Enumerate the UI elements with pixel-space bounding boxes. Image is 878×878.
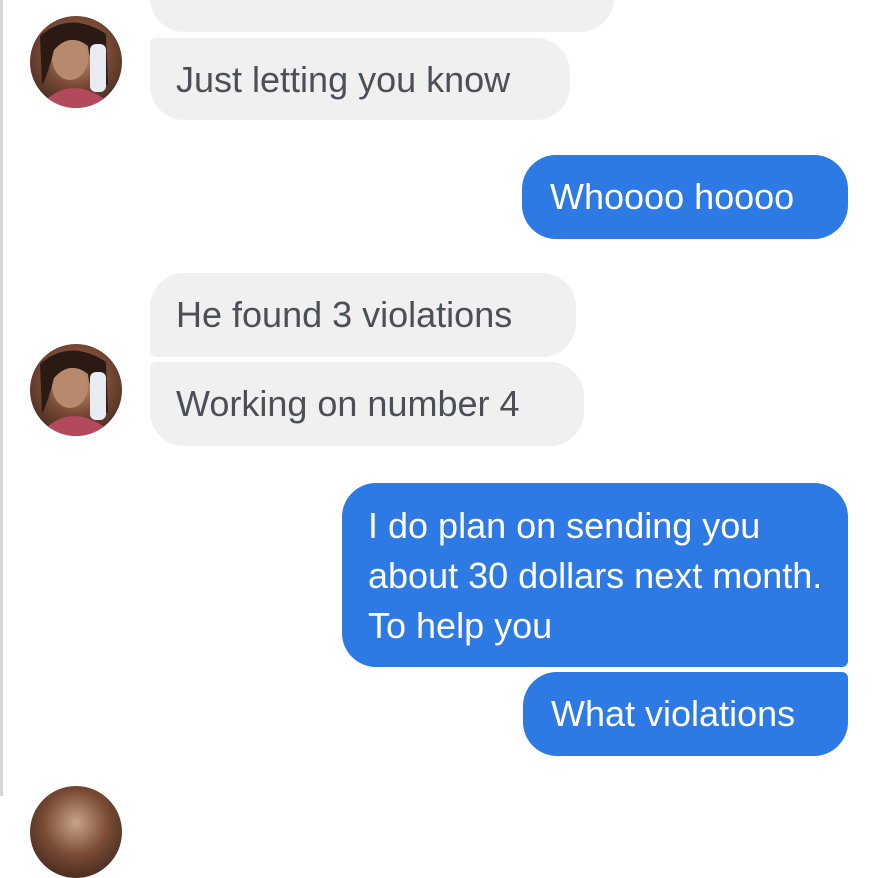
incoming-message[interactable]: Working on number 4 [150,362,584,446]
message-text: What violations [551,693,796,734]
message-text: I do plan on sending you about 30 dollar… [368,505,823,646]
contact-avatar[interactable] [30,786,122,878]
message-text: He found 3 violations [176,294,513,335]
previous-incoming-message[interactable] [150,0,614,32]
message-text: Whoooo hoooo [550,176,795,217]
contact-avatar[interactable] [30,16,122,108]
incoming-message[interactable]: Just letting you know [150,38,570,120]
contact-avatar[interactable] [30,344,122,436]
message-text: Working on number 4 [176,383,520,424]
window-border [0,0,3,796]
outgoing-message[interactable]: What violations [523,672,848,756]
incoming-message[interactable]: He found 3 violations [150,273,576,357]
outgoing-message[interactable]: Whoooo hoooo [522,155,848,239]
outgoing-message[interactable]: I do plan on sending you about 30 dollar… [342,483,848,667]
message-text: Just letting you know [176,59,511,100]
